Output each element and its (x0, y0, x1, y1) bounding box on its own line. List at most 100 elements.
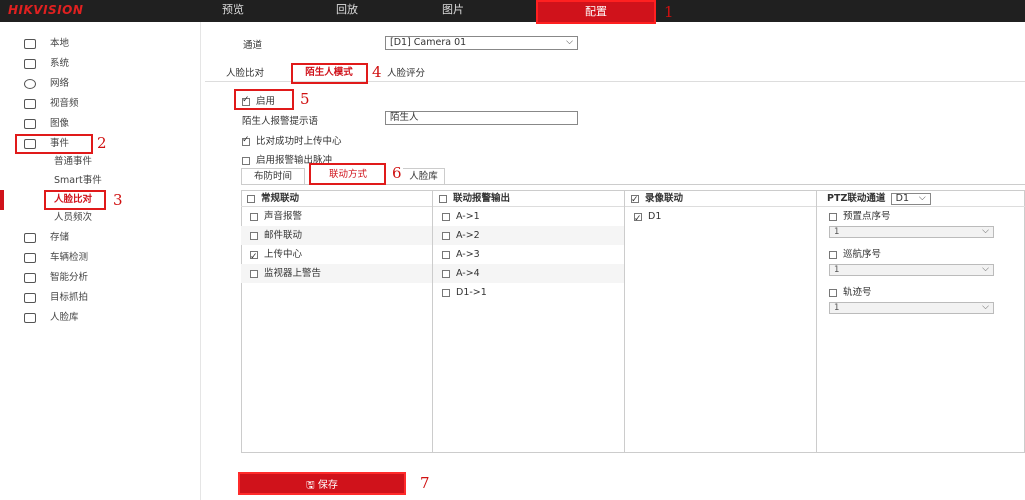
target-icon (24, 292, 36, 303)
nav-configuration[interactable]: 配置 (536, 0, 656, 24)
sidebar-item-event[interactable]: 事件 (24, 136, 69, 152)
pattern-select[interactable]: 1 ⌵ (829, 302, 994, 314)
tab-stranger-mode[interactable]: 陌生人模式 (293, 65, 365, 81)
checkbox-checked-icon (634, 210, 642, 229)
list-item[interactable]: 邮件联动 (241, 226, 432, 245)
channel-select[interactable]: [D1] Camera 01 ⌵ (385, 36, 578, 50)
checkbox-icon (442, 250, 450, 259)
nav-playback[interactable]: 回放 (312, 0, 382, 22)
list-item[interactable]: 监视器上警告 (241, 264, 432, 283)
stranger-prompt-label: 陌生人报警提示语 (242, 116, 319, 127)
list-item[interactable]: 巡航序号 (817, 245, 1025, 264)
checkbox-icon (829, 288, 837, 297)
ptz-header: PTZ联动通道 D1 ⌵ (817, 190, 1025, 207)
annotation-2: 2 (97, 134, 107, 152)
checkbox-checked-icon (242, 135, 250, 146)
annotation-3: 3 (113, 191, 123, 209)
checkbox-icon (242, 156, 250, 165)
video-audio-icon (24, 98, 36, 109)
checkbox-icon (442, 288, 450, 297)
chevron-down-icon: ⌵ (982, 264, 989, 274)
list-item[interactable]: D1 (625, 207, 816, 229)
chevron-down-icon: ⌵ (982, 302, 989, 312)
list-item[interactable]: 声音报警 (241, 207, 432, 226)
ptz-column: PTZ联动通道 D1 ⌵ 预置点序号 1 ⌵ 巡航序号 1 ⌵ 轨迹号 1 ⌵ (817, 190, 1025, 453)
list-item[interactable]: A->4 (433, 264, 624, 283)
sidebar-item-smart-analysis[interactable]: 智能分析 (24, 270, 88, 286)
sidebar-subitem-person-frequency[interactable]: 人员频次 (54, 210, 92, 226)
sidebar-item-target-capture[interactable]: 目标抓拍 (24, 290, 88, 306)
image-icon (24, 118, 36, 129)
preset-select-wrap: 1 ⌵ (817, 226, 1025, 245)
nav-picture[interactable]: 图片 (418, 0, 488, 22)
normal-linkage-header[interactable]: 常规联动 (241, 190, 432, 207)
top-nav-bar (0, 0, 1025, 22)
list-item[interactable]: A->3 (433, 245, 624, 264)
alarm-output-column: 联动报警输出 A->1 A->2 A->3 A->4 D1->1 (433, 190, 625, 453)
annotation-5: 5 (300, 90, 310, 108)
sidebar-item-face-library[interactable]: 人脸库 (24, 310, 79, 326)
hikvision-logo: HIKVISION (8, 3, 84, 17)
subtab-arming-schedule[interactable]: 布防时间 (241, 168, 305, 184)
checkbox-icon (250, 269, 258, 278)
sidebar-item-storage[interactable]: 存储 (24, 230, 69, 246)
recording-column: 录像联动 D1 (625, 190, 817, 453)
checkbox-checked-icon (250, 248, 258, 267)
list-item[interactable]: 轨迹号 (817, 283, 1025, 302)
preset-select[interactable]: 1 ⌵ (829, 226, 994, 238)
list-item[interactable]: A->2 (433, 226, 624, 245)
normal-linkage-column: 常规联动 声音报警 邮件联动 上传中心 监视器上警告 (241, 190, 433, 453)
recording-header[interactable]: 录像联动 (625, 190, 816, 209)
alarm-output-header[interactable]: 联动报警输出 (433, 190, 624, 207)
tab-face-compare[interactable]: 人脸比对 (215, 66, 275, 82)
list-item[interactable]: D1->1 (433, 283, 624, 302)
channel-label: 通道 (243, 40, 263, 51)
stranger-prompt-input[interactable]: 陌生人 (385, 111, 578, 125)
sidebar-subitem-face-compare[interactable]: 人脸比对 (54, 192, 92, 208)
sidebar-item-video-audio[interactable]: 视音频 (24, 96, 79, 112)
sidebar-item-network[interactable]: 网络 (24, 76, 69, 92)
pattern-select-wrap: 1 ⌵ (817, 302, 1025, 321)
annotation-1: 1 (664, 3, 674, 21)
system-icon (24, 58, 36, 69)
subtab-face-library[interactable]: 人脸库 (403, 168, 445, 184)
patrol-select[interactable]: 1 ⌵ (829, 264, 994, 276)
tab-face-score[interactable]: 人脸评分 (381, 66, 431, 82)
upload-on-match-checkbox[interactable]: 比对成功时上传中心 (242, 133, 342, 147)
active-indicator (0, 190, 4, 210)
sidebar-subitem-basic-event[interactable]: 普通事件 (54, 154, 92, 170)
checkbox-icon (250, 212, 258, 221)
checkbox-icon (442, 212, 450, 221)
checkbox-icon (247, 194, 255, 203)
save-icon: 🖫 (306, 480, 318, 491)
checkbox-icon (439, 194, 447, 203)
subtab-linkage-method[interactable]: 联动方式 (313, 167, 383, 183)
checkbox-checked-icon (631, 192, 639, 209)
checkbox-icon (829, 212, 837, 221)
patrol-select-wrap: 1 ⌵ (817, 264, 1025, 283)
checkbox-icon (829, 250, 837, 259)
list-item[interactable]: 上传中心 (241, 245, 432, 267)
brain-icon (24, 272, 36, 283)
sidebar-subitem-smart-event[interactable]: Smart事件 (54, 173, 102, 189)
checkbox-icon (442, 269, 450, 278)
chevron-down-icon: ⌵ (566, 37, 573, 47)
checkbox-checked-icon (242, 95, 250, 106)
checkbox-icon (250, 231, 258, 240)
sidebar-item-local[interactable]: 本地 (24, 36, 69, 52)
enable-checkbox[interactable]: 启用 (242, 93, 275, 107)
face-icon (24, 312, 36, 323)
annotation-7: 7 (420, 474, 430, 492)
chevron-down-icon: ⌵ (982, 226, 989, 236)
nav-preview[interactable]: 预览 (198, 0, 268, 22)
annotation-6: 6 (392, 164, 402, 182)
checkbox-icon (442, 231, 450, 240)
list-item[interactable]: 预置点序号 (817, 207, 1025, 226)
monitor-icon (24, 38, 36, 49)
ptz-channel-select[interactable]: D1 ⌵ (890, 192, 931, 205)
save-button[interactable]: 🖫 保存 (238, 472, 406, 495)
list-item[interactable]: A->1 (433, 207, 624, 226)
sidebar-item-system[interactable]: 系统 (24, 56, 69, 72)
sidebar-item-vehicle-detection[interactable]: 车辆检测 (24, 250, 88, 266)
sidebar-item-image[interactable]: 图像 (24, 116, 69, 132)
